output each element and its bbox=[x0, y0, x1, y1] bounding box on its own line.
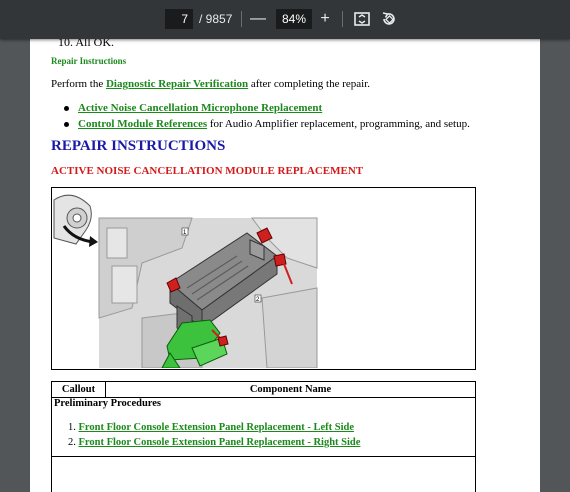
component-table: Callout Component Name Preliminary Proce… bbox=[51, 381, 476, 492]
step-number: 2. bbox=[68, 437, 76, 448]
procedure-steps-list: 1. Front Floor Console Extension Panel R… bbox=[68, 420, 360, 450]
callout-2: 2 bbox=[254, 294, 262, 303]
callout-column-header: Callout bbox=[52, 382, 106, 397]
diagnostic-repair-verification-link[interactable]: Diagnostic Repair Verification bbox=[106, 78, 248, 90]
toolbar-divider bbox=[241, 11, 242, 27]
page-number-input[interactable]: 7 bbox=[165, 9, 193, 29]
repair-instructions-heading: REPAIR INSTRUCTIONS bbox=[51, 138, 226, 154]
fit-page-icon bbox=[354, 12, 370, 26]
cut-off-line: 10. All OK. bbox=[58, 39, 115, 49]
repair-instructions-subheading: Repair Instructions bbox=[51, 56, 127, 66]
zoom-in-button[interactable]: + bbox=[315, 9, 335, 29]
table-row-divider bbox=[52, 456, 475, 457]
component-illustration: 1 2 bbox=[51, 187, 476, 370]
fit-page-button[interactable] bbox=[353, 9, 373, 29]
perform-paragraph: Perform the Diagnostic Repair Verificati… bbox=[51, 78, 370, 90]
list-item: Control Module References for Audio Ampl… bbox=[64, 116, 470, 132]
step-number: 1. bbox=[68, 422, 76, 433]
control-module-references-link[interactable]: Control Module References bbox=[78, 118, 207, 130]
rotate-icon bbox=[382, 12, 395, 25]
zoom-out-button[interactable]: — bbox=[248, 9, 268, 29]
list-item: 2. Front Floor Console Extension Panel R… bbox=[68, 435, 360, 450]
pdf-toolbar: 7 / 9857 — 84% + bbox=[0, 0, 570, 39]
pdf-page: 10. All OK. Repair Instructions Perform … bbox=[30, 39, 540, 492]
anc-microphone-replacement-link[interactable]: Active Noise Cancellation Microphone Rep… bbox=[78, 102, 322, 114]
toolbar-divider bbox=[342, 11, 343, 27]
right-side-panel-replacement-link[interactable]: Front Floor Console Extension Panel Repl… bbox=[79, 437, 361, 448]
perform-text-pre: Perform the bbox=[51, 78, 106, 90]
bullet-icon bbox=[64, 122, 69, 127]
left-side-panel-replacement-link[interactable]: Front Floor Console Extension Panel Repl… bbox=[79, 422, 355, 433]
reference-inset bbox=[53, 194, 98, 247]
viewer-background bbox=[540, 39, 570, 492]
component-name-column-header: Component Name bbox=[249, 384, 332, 395]
bullet-icon bbox=[64, 106, 69, 111]
perform-text-post: after completing the repair. bbox=[248, 78, 371, 90]
module-replacement-heading: ACTIVE NOISE CANCELLATION MODULE REPLACE… bbox=[51, 165, 364, 177]
page-total: / 9857 bbox=[199, 12, 233, 26]
table-header-row: Callout Component Name bbox=[52, 382, 475, 398]
zoom-level-input[interactable]: 84% bbox=[276, 9, 312, 29]
related-links-list: Active Noise Cancellation Microphone Rep… bbox=[64, 100, 470, 132]
list-item: 1. Front Floor Console Extension Panel R… bbox=[68, 420, 360, 435]
illustration-drawing: 1 2 bbox=[53, 194, 318, 369]
list-item-text: for Audio Amplifier replacement, program… bbox=[207, 118, 470, 130]
preliminary-procedures-label: Preliminary Procedures bbox=[54, 398, 162, 409]
rotate-button[interactable] bbox=[380, 9, 400, 29]
callout-1: 1 bbox=[181, 227, 189, 236]
list-item: Active Noise Cancellation Microphone Rep… bbox=[64, 100, 470, 116]
